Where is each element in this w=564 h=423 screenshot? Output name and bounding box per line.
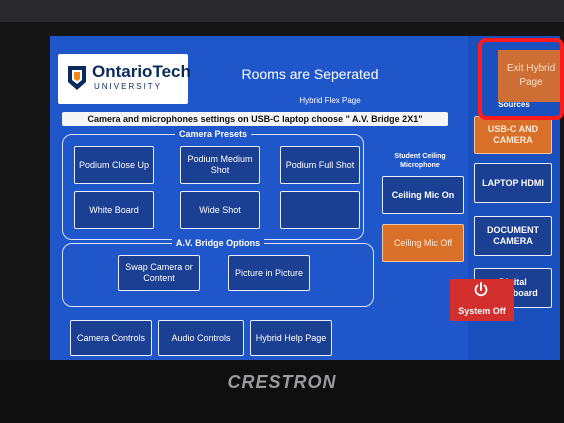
system-off-button[interactable]: System Off (450, 279, 514, 321)
page-subtitle: Hybrid Flex Page (299, 96, 361, 105)
preset-empty-button[interactable] (280, 191, 360, 229)
av-bridge-options-group: A.V. Bridge Options (62, 238, 374, 307)
audio-controls-button[interactable]: Audio Controls (158, 320, 244, 356)
preset-podium-full-shot-button[interactable]: Podium Full Shot (280, 146, 360, 184)
source-laptop-hdmi-button[interactable]: LAPTOP HDMI (474, 163, 552, 203)
av-bridge-options-label: A.V. Bridge Options (171, 238, 265, 248)
bezel-top-strip (0, 0, 564, 22)
ceiling-mic-on-button[interactable]: Ceiling Mic On (382, 176, 464, 214)
university-shield-icon (68, 66, 86, 90)
source-document-camera-button[interactable]: DOCUMENT CAMERA (474, 216, 552, 256)
preset-wide-shot-button[interactable]: Wide Shot (180, 191, 260, 229)
swap-camera-content-button[interactable]: Swap Camera or Content (118, 255, 200, 291)
page-title: Rooms are Seperated (241, 66, 379, 82)
picture-in-picture-button[interactable]: Picture in Picture (228, 255, 310, 291)
hybrid-help-page-button[interactable]: Hybrid Help Page (250, 320, 332, 356)
instruction-banner: Camera and microphones settings on USB-C… (62, 112, 448, 126)
source-usb-c-camera-button[interactable]: USB-C AND CAMERA (474, 116, 552, 154)
preset-white-board-button[interactable]: White Board (74, 191, 154, 229)
preset-podium-medium-shot-button[interactable]: Podium Medium Shot (180, 146, 260, 184)
university-logo: OntarioTech UNIVERSITY (58, 54, 191, 104)
camera-presets-label: Camera Presets (174, 129, 252, 139)
highlight-annotation (478, 38, 564, 120)
microphone-label: Student Ceiling Microphone (394, 153, 446, 169)
system-off-label: System Off (458, 306, 506, 316)
logo-wordmark: OntarioTech (92, 62, 191, 81)
ceiling-mic-off-button[interactable]: Ceiling Mic Off (382, 224, 464, 262)
device-brand-logo: CRESTRON (227, 372, 337, 392)
preset-podium-close-up-button[interactable]: Podium Close Up (74, 146, 154, 184)
camera-controls-button[interactable]: Camera Controls (70, 320, 152, 356)
logo-subtext: UNIVERSITY (94, 82, 163, 91)
power-icon (474, 282, 488, 297)
